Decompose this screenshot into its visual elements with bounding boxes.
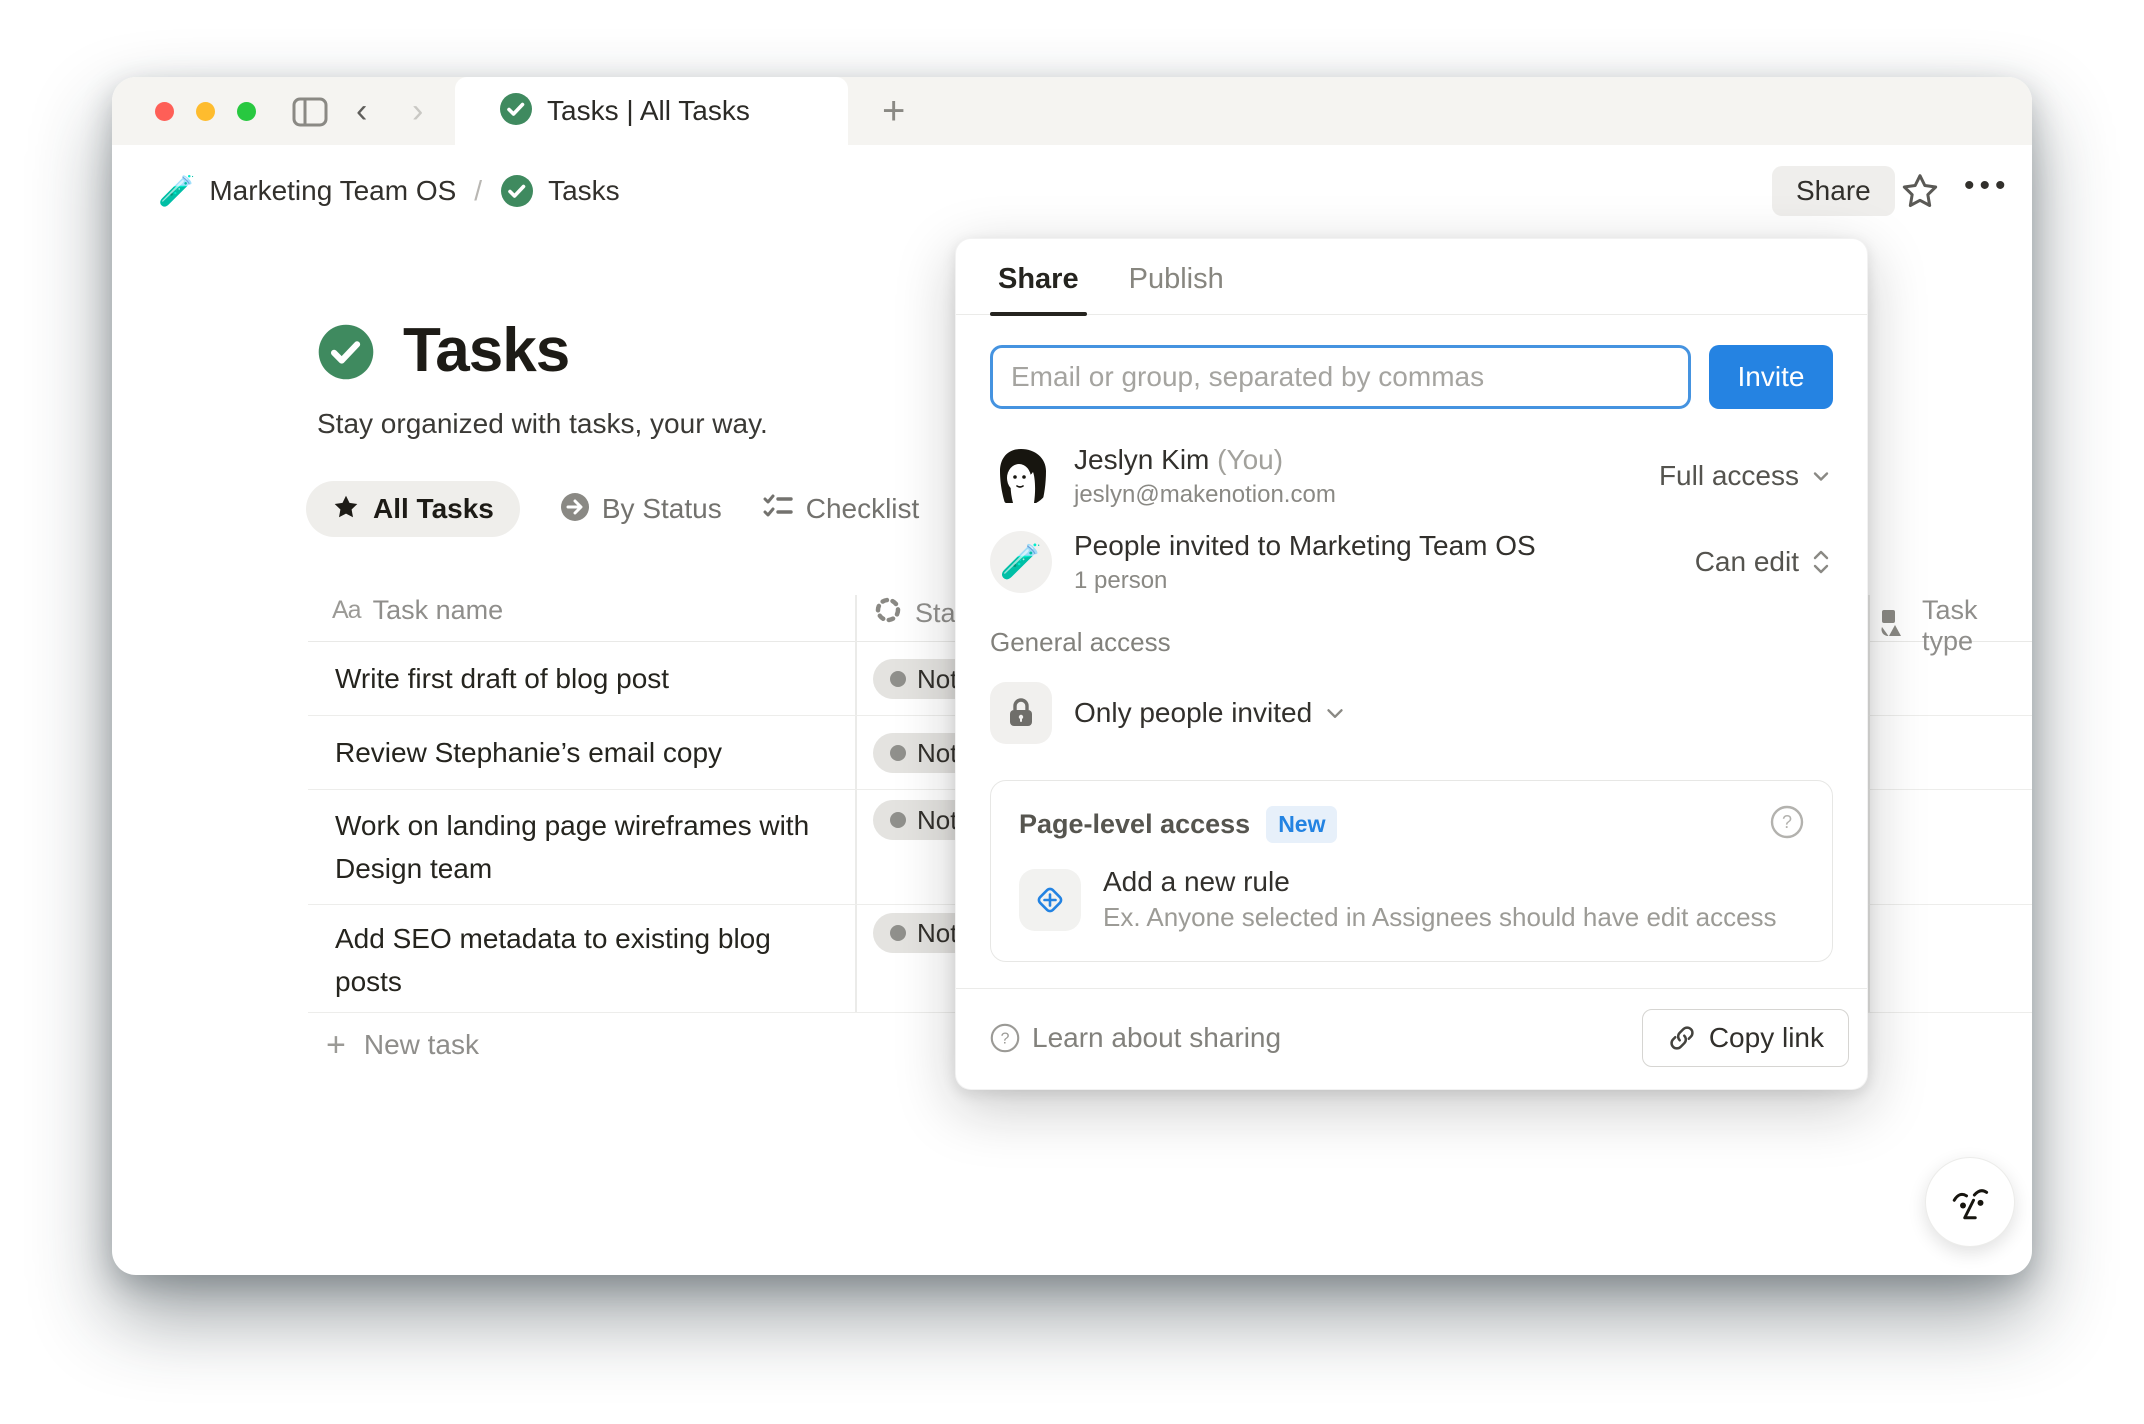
member-name: People invited to Marketing Team OS bbox=[1074, 529, 1536, 561]
screenshot-stage: ‹ › Tasks | All Tasks + 🧪 Marketing Team… bbox=[0, 0, 2144, 1424]
shapes-property-icon bbox=[1880, 608, 1910, 645]
forward-icon[interactable]: › bbox=[412, 94, 423, 128]
arrow-circle-icon bbox=[560, 492, 590, 527]
top-bar: 🧪 Marketing Team OS / Tasks Share ••• bbox=[112, 145, 2032, 237]
breadcrumb: 🧪 Marketing Team OS / Tasks bbox=[158, 145, 620, 237]
favorite-star-icon[interactable] bbox=[1900, 171, 1940, 216]
svg-text:?: ? bbox=[1001, 1030, 1010, 1047]
access-level-label: Can edit bbox=[1694, 546, 1799, 577]
member-name: Jeslyn Kim bbox=[1074, 443, 1210, 475]
help-icon[interactable]: ? bbox=[1770, 805, 1804, 844]
page-level-access-title: Page-level access bbox=[1019, 809, 1251, 839]
general-access-row[interactable]: Only people invited bbox=[990, 670, 1833, 756]
svg-text:?: ? bbox=[1782, 812, 1792, 832]
tab-title: Tasks | All Tasks bbox=[547, 95, 750, 126]
view-tabs: All Tasks By Status Checklist bbox=[306, 481, 919, 537]
general-access-value: Only people invited bbox=[1074, 697, 1313, 728]
tab-bar: ‹ › Tasks | All Tasks + bbox=[112, 77, 2032, 145]
zoom-window-button[interactable] bbox=[237, 102, 256, 121]
browser-tab[interactable]: Tasks | All Tasks bbox=[455, 77, 848, 145]
view-tab-label: Checklist bbox=[805, 493, 920, 524]
member-count: 1 person bbox=[1074, 566, 1168, 594]
member-row: Jeslyn Kim (You) jeslyn@makenotion.com F… bbox=[990, 433, 1833, 519]
lock-icon bbox=[990, 682, 1052, 744]
copy-link-button[interactable]: Copy link bbox=[1641, 1009, 1849, 1067]
text-property-icon: Aa bbox=[332, 596, 362, 624]
share-dialog: Share Publish Invite Jeslyn Kim (You) bbox=[955, 238, 1868, 1090]
help-circle-icon: ? bbox=[990, 1023, 1020, 1053]
link-icon bbox=[1670, 1026, 1694, 1050]
invite-email-input[interactable] bbox=[990, 345, 1691, 409]
view-tab-label: All Tasks bbox=[373, 493, 494, 524]
task-name-cell[interactable]: Work on landing page wireframes with Des… bbox=[335, 804, 835, 890]
minimize-window-button[interactable] bbox=[196, 102, 215, 121]
new-task-label: New task bbox=[363, 1029, 480, 1060]
star-icon bbox=[332, 493, 360, 526]
add-rule-hint: Ex. Anyone selected in Assignees should … bbox=[1103, 902, 1777, 932]
tab-share[interactable]: Share bbox=[990, 263, 1087, 316]
page-check-icon bbox=[500, 174, 534, 208]
member-email: jeslyn@makenotion.com bbox=[1074, 480, 1336, 508]
status-dot-icon bbox=[890, 925, 906, 941]
access-dropdown[interactable]: Full access bbox=[1659, 460, 1833, 492]
status-dot-icon bbox=[890, 671, 906, 687]
status-dot-icon bbox=[890, 745, 906, 761]
chevron-up-down-icon bbox=[1813, 550, 1829, 574]
status-dot-icon bbox=[890, 812, 906, 828]
access-dropdown[interactable]: Can edit bbox=[1695, 545, 1833, 579]
copy-link-label: Copy link bbox=[1708, 1022, 1824, 1053]
column-label: Task name bbox=[372, 595, 504, 625]
avatar bbox=[990, 445, 1052, 507]
chevron-down-icon bbox=[1813, 472, 1829, 481]
view-tab-label: By Status bbox=[601, 493, 722, 524]
checklist-icon bbox=[762, 491, 794, 528]
status-property-icon bbox=[873, 595, 903, 632]
app-window: ‹ › Tasks | All Tasks + 🧪 Marketing Team… bbox=[112, 77, 2032, 1275]
tab-publish[interactable]: Publish bbox=[1129, 263, 1224, 314]
breadcrumb-separator: / bbox=[474, 175, 483, 206]
new-badge: New bbox=[1266, 806, 1338, 843]
page-level-access-box: Page-level access New ? Add a new rule E… bbox=[990, 780, 1833, 962]
add-rule-title: Add a new rule bbox=[1103, 866, 1290, 897]
add-rule-button[interactable]: Add a new rule Ex. Anyone selected in As… bbox=[1019, 866, 1804, 933]
column-task-name[interactable]: Aa Task name bbox=[332, 595, 503, 626]
breadcrumb-page[interactable]: Tasks bbox=[548, 175, 620, 207]
page-title-check-icon[interactable] bbox=[317, 323, 375, 386]
task-name-cell[interactable]: Add SEO metadata to existing blog posts bbox=[335, 917, 835, 1003]
task-name-cell[interactable]: Review Stephanie’s email copy bbox=[335, 731, 835, 774]
workspace-emoji-icon: 🧪 bbox=[158, 174, 196, 208]
page-title: Tasks bbox=[403, 316, 570, 385]
task-name-cell[interactable]: Write first draft of blog post bbox=[335, 657, 835, 700]
learn-about-sharing-link[interactable]: ? Learn about sharing bbox=[990, 1022, 1281, 1054]
diamond-plus-icon bbox=[1019, 868, 1081, 931]
notion-ai-face-button[interactable] bbox=[1925, 1157, 2015, 1247]
access-level-label: Full access bbox=[1658, 460, 1799, 491]
sidebar-toggle-icon[interactable] bbox=[292, 97, 328, 132]
invite-button[interactable]: Invite bbox=[1709, 345, 1833, 409]
learn-label: Learn about sharing bbox=[1032, 1022, 1282, 1053]
share-button[interactable]: Share bbox=[1772, 166, 1895, 216]
new-tab-button[interactable]: + bbox=[872, 89, 915, 134]
view-tab-all-tasks[interactable]: All Tasks bbox=[306, 481, 520, 537]
general-access-label: General access bbox=[990, 627, 1171, 657]
notion-face-icon bbox=[1952, 1189, 1989, 1220]
chevron-down-icon bbox=[1327, 709, 1343, 718]
share-dialog-tabs: Share Publish bbox=[956, 239, 1867, 316]
page-subtitle: Stay organized with tasks, your way. bbox=[317, 408, 768, 439]
close-window-button[interactable] bbox=[155, 102, 174, 121]
back-icon[interactable]: ‹ bbox=[356, 94, 367, 128]
workspace-group-icon: 🧪 bbox=[990, 531, 1052, 593]
tab-check-icon bbox=[499, 92, 533, 131]
view-tab-checklist[interactable]: Checklist bbox=[762, 491, 920, 528]
breadcrumb-workspace[interactable]: Marketing Team OS bbox=[209, 175, 456, 207]
member-you-suffix: (You) bbox=[1217, 443, 1284, 475]
member-row: 🧪 People invited to Marketing Team OS 1 … bbox=[990, 519, 1833, 605]
view-tab-by-status[interactable]: By Status bbox=[560, 492, 722, 527]
plus-icon: + bbox=[326, 1025, 346, 1064]
more-options-icon[interactable]: ••• bbox=[1964, 169, 2011, 203]
